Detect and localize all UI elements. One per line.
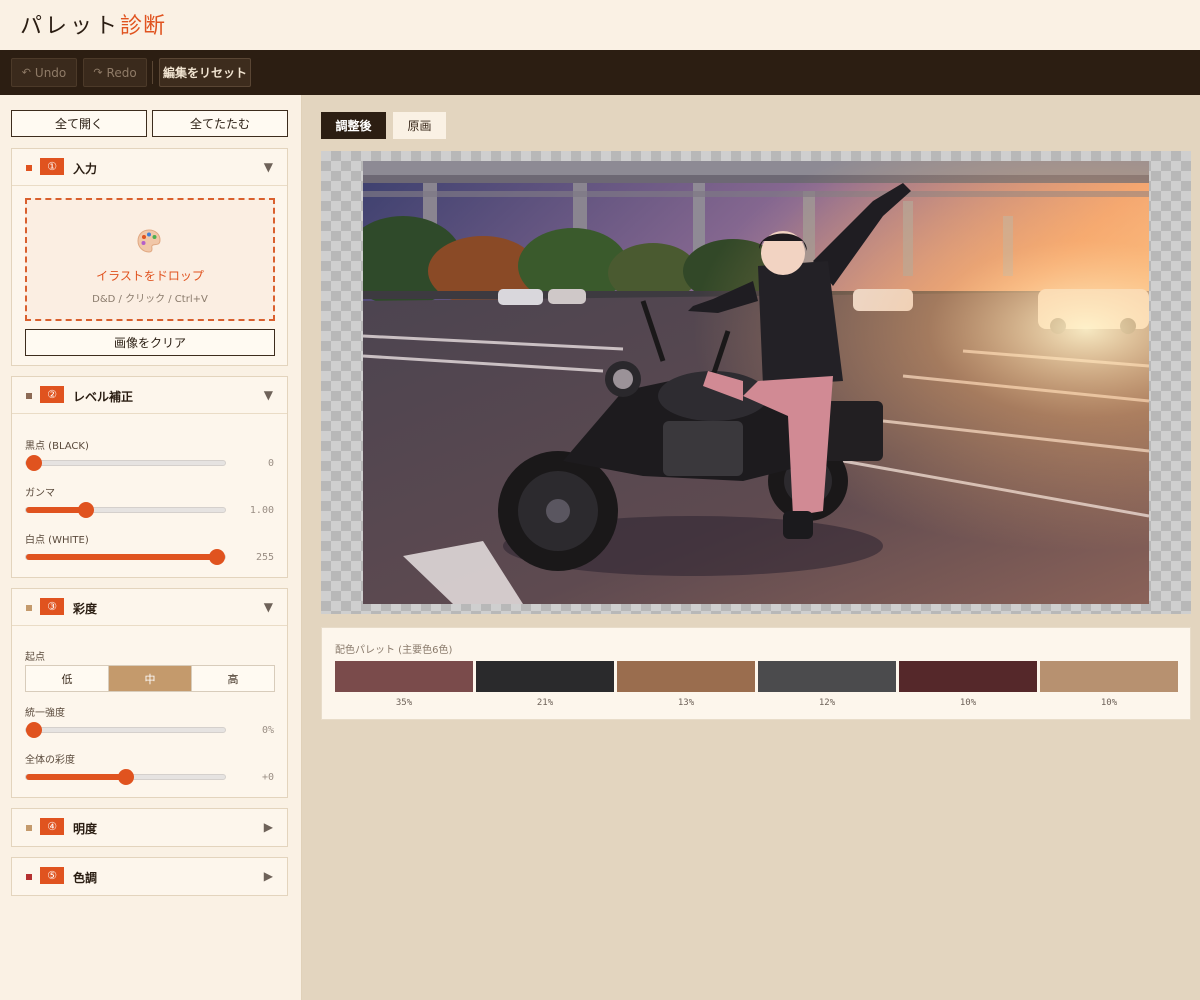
app-title-accent: 診断: [120, 14, 167, 39]
undo-label: Undo: [34, 65, 67, 80]
collapse-all-button[interactable]: 全てたたむ: [152, 110, 288, 137]
swatch-percent: 21%: [536, 698, 554, 708]
panel-levels-header[interactable]: ② レベル補正 ▼: [12, 377, 287, 414]
overall-saturation-slider[interactable]: [25, 769, 226, 785]
slider-thumb[interactable]: [25, 455, 42, 471]
tab-adjusted[interactable]: 調整後: [321, 112, 386, 139]
reset-edits-label: 編集をリセット: [162, 66, 247, 80]
swatch-percent: 13%: [677, 698, 695, 708]
clear-image-button[interactable]: 画像をクリア: [25, 329, 275, 356]
toolbar-divider: [152, 61, 153, 84]
slider-fill: [26, 774, 126, 780]
panel-saturation-header[interactable]: ③ 彩度 ▼: [12, 589, 287, 626]
panel-levels-number: ②: [40, 386, 64, 403]
panel-tone-dot: [26, 874, 32, 880]
image-preview-canvas[interactable]: [321, 151, 1191, 614]
panel-saturation-number: ③: [40, 598, 64, 615]
palette-swatch[interactable]: [1040, 661, 1178, 692]
slider-fill: [26, 554, 218, 560]
palette-swatch[interactable]: [335, 661, 473, 692]
slider-fill: [26, 507, 86, 513]
drop-zone-hint: D&D / クリック / Ctrl+V: [92, 294, 208, 305]
app-header: パレット診断: [0, 0, 1200, 50]
toolbar: ↶ Undo ↷ Redo 編集をリセット: [0, 50, 1200, 95]
panel-tone-header[interactable]: ⑤ 色調 ▶: [12, 858, 287, 895]
white-point-label: 白点 (WHITE): [25, 535, 89, 546]
reset-edits-button[interactable]: 編集をリセット: [159, 58, 251, 87]
panel-brightness: ④ 明度 ▶: [11, 808, 288, 847]
swatch-percent: 12%: [818, 698, 836, 708]
swatch-percent: 10%: [959, 698, 977, 708]
expand-all-button[interactable]: 全て開く: [11, 110, 147, 137]
white-point-value: 255: [255, 552, 274, 563]
palette-swatch[interactable]: [899, 661, 1037, 692]
panel-brightness-dot: [26, 825, 32, 831]
white-point-slider[interactable]: [25, 549, 226, 565]
panel-levels: ② レベル補正 ▼ 黒点 (BLACK) 0 ガンマ 1.00 白点 (WHIT…: [11, 376, 288, 578]
tab-original[interactable]: 原画: [393, 112, 446, 139]
black-point-value: 0: [267, 458, 274, 469]
overall-saturation-value: +0: [261, 772, 274, 783]
palette-title: 配色パレット (主要色6色): [335, 645, 453, 656]
slider-thumb[interactable]: [209, 549, 226, 565]
palette-swatch[interactable]: [476, 661, 614, 692]
app-title-main: パレット: [20, 14, 121, 39]
slider-thumb[interactable]: [25, 722, 42, 738]
panel-tone: ⑤ 色調 ▶: [11, 857, 288, 896]
color-palette-panel: 配色パレット (主要色6色) 35% 21% 13% 12% 10% 10%: [321, 627, 1191, 720]
undo-icon: ↶: [21, 66, 31, 79]
panel-saturation-title: 彩度: [73, 602, 98, 616]
black-point-slider[interactable]: [25, 455, 226, 471]
overall-saturation-label: 全体の彩度: [25, 755, 75, 766]
panel-input-header[interactable]: ① 入力 ▼: [12, 149, 287, 186]
gamma-value: 1.00: [249, 505, 274, 516]
uniform-strength-slider[interactable]: [25, 722, 226, 738]
origin-option-low[interactable]: 低: [26, 666, 109, 691]
panel-tone-title: 色調: [73, 871, 98, 885]
uniform-strength-value: 0%: [261, 725, 274, 736]
panel-input-title: 入力: [73, 162, 98, 176]
gamma-slider[interactable]: [25, 502, 226, 518]
black-point-label: 黒点 (BLACK): [25, 441, 89, 452]
image-drop-zone[interactable]: イラストをドロップ D&D / クリック / Ctrl+V: [25, 198, 275, 321]
slider-thumb[interactable]: [77, 502, 94, 518]
panel-saturation: ③ 彩度 ▼ 起点 低 中 高 統一強度 0% 全体の彩度 +0: [11, 588, 288, 798]
chevron-down-icon: ▼: [263, 160, 273, 174]
chevron-right-icon: ▶: [263, 869, 273, 883]
redo-icon: ↷: [93, 66, 103, 79]
palette-swatch[interactable]: [617, 661, 755, 692]
chevron-right-icon: ▶: [263, 820, 273, 834]
sidebar: 全て開く 全てたたむ ① 入力 ▼ イラストをドロップ D&D / クリック /…: [0, 95, 302, 1000]
app-title: パレット診断: [20, 8, 166, 40]
uniform-strength-label: 統一強度: [25, 708, 65, 719]
panel-levels-dot: [26, 393, 32, 399]
panel-brightness-header[interactable]: ④ 明度 ▶: [12, 809, 287, 846]
undo-button[interactable]: ↶ Undo: [11, 58, 77, 87]
palette-swatch[interactable]: [758, 661, 896, 692]
chevron-down-icon: ▼: [263, 388, 273, 402]
panel-tone-number: ⑤: [40, 867, 64, 884]
redo-label: Redo: [106, 65, 137, 80]
chevron-down-icon: ▼: [263, 600, 273, 614]
preview-image: [363, 161, 1149, 604]
origin-option-mid[interactable]: 中: [109, 666, 192, 691]
panel-input: ① 入力 ▼ イラストをドロップ D&D / クリック / Ctrl+V 画像を…: [11, 148, 288, 366]
panel-brightness-number: ④: [40, 818, 64, 835]
origin-label: 起点: [25, 652, 45, 663]
palette-icon: [137, 229, 161, 253]
slider-thumb[interactable]: [117, 769, 134, 785]
panel-input-dot: [26, 165, 32, 171]
motorcycle-photo-illustration: [363, 161, 1149, 604]
origin-segmented-control: 低 中 高: [25, 665, 275, 692]
redo-button[interactable]: ↷ Redo: [83, 58, 147, 87]
swatch-percent: 35%: [395, 698, 413, 708]
panel-input-number: ①: [40, 158, 64, 175]
drop-zone-label: イラストをドロップ: [96, 269, 204, 283]
panel-levels-title: レベル補正: [73, 390, 134, 404]
panel-saturation-dot: [26, 605, 32, 611]
swatch-percent: 10%: [1100, 698, 1118, 708]
origin-option-high[interactable]: 高: [192, 666, 274, 691]
panel-brightness-title: 明度: [73, 822, 98, 836]
gamma-label: ガンマ: [25, 488, 55, 499]
